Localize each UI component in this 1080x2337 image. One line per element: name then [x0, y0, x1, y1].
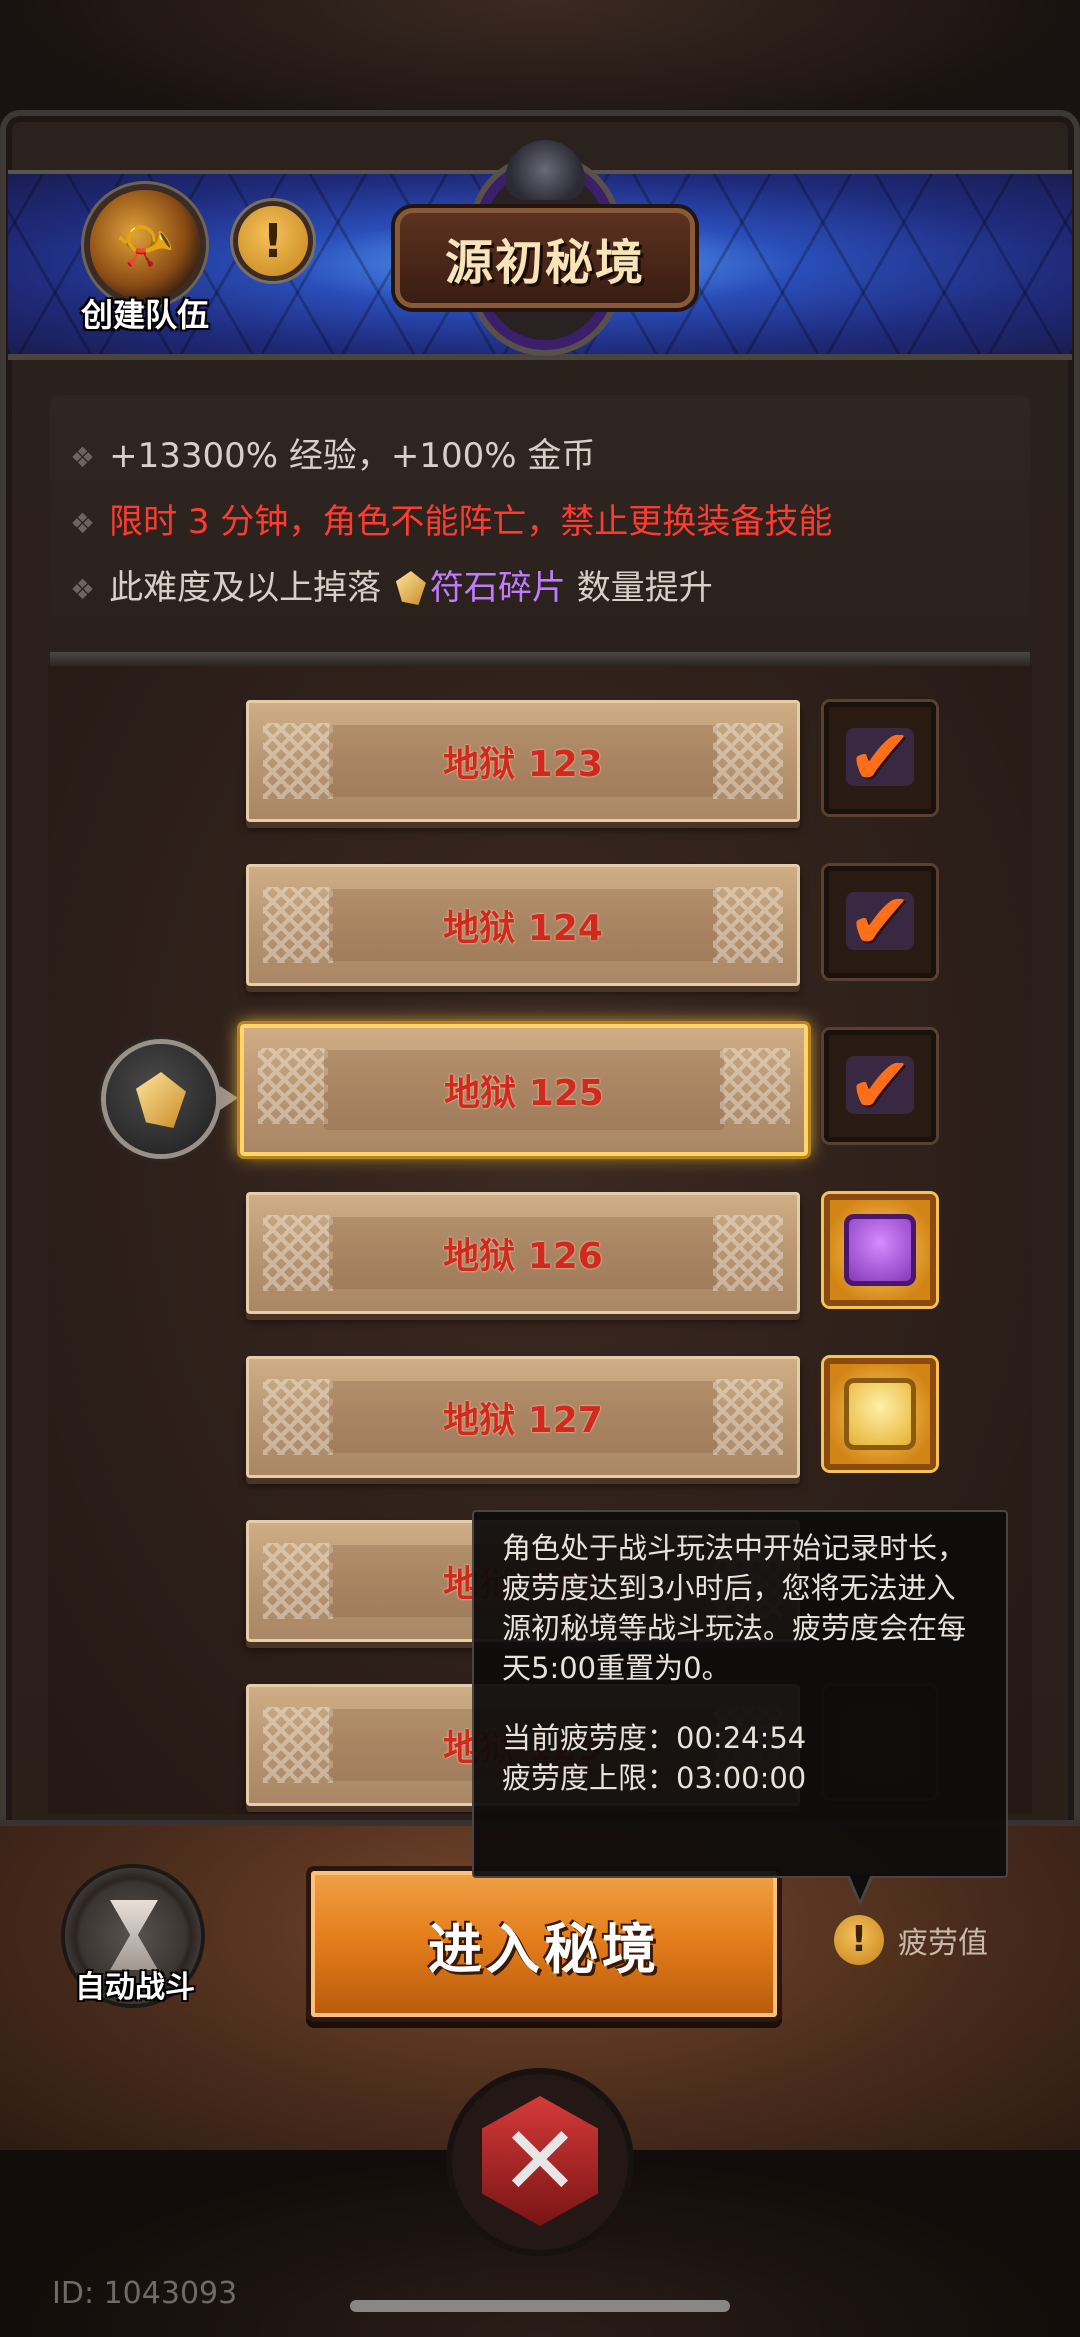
fatigue-tooltip: 角色处于战斗玩法中开始记录时长，疲劳度达到3小时后，您将无法进入源初秘境等战斗玩…: [472, 1510, 1008, 1878]
skull-icon: [505, 140, 585, 200]
create-team-button[interactable]: 📯 创建队伍: [60, 180, 230, 340]
rune-shard-label: 符石碎片: [429, 568, 566, 608]
reward-chest-box[interactable]: [824, 1194, 936, 1306]
drops-suffix: 数量提升: [576, 568, 713, 608]
bullet-icon: ❖: [70, 507, 96, 540]
reward-claimed-box[interactable]: ✔: [824, 866, 936, 978]
page-title: 源初秘境: [444, 235, 645, 291]
modifier-line-rewards: ❖ +13300% 经验，+100% 金币: [70, 428, 595, 477]
current-fatigue-label: 当前疲劳度：: [502, 1721, 677, 1755]
reward-claimed-box[interactable]: ✔: [824, 1030, 936, 1142]
current-progress-marker: [106, 1044, 238, 1154]
horn-icon: 📯: [90, 190, 200, 300]
fatigue-label: 疲劳值: [898, 1926, 988, 1961]
modifier-rewards-text: +13300% 经验，+100% 金币: [109, 436, 596, 476]
difficulty-item[interactable]: 地狱 127: [246, 1356, 800, 1478]
difficulty-item[interactable]: 地狱 123: [246, 700, 800, 822]
reward-claimed-box[interactable]: ✔: [824, 702, 936, 814]
reward-chest-box[interactable]: [824, 1358, 936, 1470]
difficulty-label: 地狱 127: [443, 1400, 603, 1441]
home-indicator[interactable]: [350, 2300, 730, 2312]
player-id: ID: 1043093: [52, 2276, 238, 2311]
drops-prefix: 此难度及以上掉落: [109, 568, 382, 608]
rune-shard-icon: [395, 571, 426, 605]
title-emblem: 源初秘境: [395, 140, 695, 360]
rune-shard-icon: [136, 1072, 186, 1128]
auto-battle-button[interactable]: 自动战斗: [50, 1860, 220, 2010]
current-fatigue-row: 当前疲劳度：00:24:54: [502, 1718, 978, 1758]
enter-dungeon-label: 进入秘境: [428, 1917, 660, 1981]
difficulty-label: 地狱 125: [444, 1073, 604, 1114]
modifier-line-drops: ❖ 此难度及以上掉落 符石碎片 数量提升: [70, 560, 713, 609]
bullet-icon: ❖: [70, 441, 96, 474]
checkmark-icon: ✔: [847, 1041, 913, 1131]
current-fatigue-value: 00:24:54: [676, 1721, 807, 1755]
close-icon: ✕: [482, 2096, 598, 2226]
info-button[interactable]: !: [238, 206, 308, 276]
fatigue-button[interactable]: ! 疲劳值: [834, 1912, 1034, 1968]
difficulty-item[interactable]: 地狱 126: [246, 1192, 800, 1314]
modifier-line-rules: ❖ 限时 3 分钟，角色不能阵亡，禁止更换装备技能: [70, 494, 832, 543]
checkmark-icon: ✔: [847, 713, 913, 803]
difficulty-label: 地狱 123: [443, 744, 603, 785]
tooltip-description: 角色处于战斗玩法中开始记录时长，疲劳度达到3小时后，您将无法进入源初秘境等战斗玩…: [502, 1531, 967, 1685]
fatigue-limit-label: 疲劳度上限：: [502, 1761, 677, 1795]
fatigue-limit-row: 疲劳度上限：03:00:00: [502, 1758, 978, 1798]
checkmark-icon: ✔: [847, 877, 913, 967]
difficulty-item-selected[interactable]: 地狱 125: [240, 1024, 808, 1156]
purple-chest-icon: [844, 1214, 916, 1286]
modifier-rules-text: 限时 3 分钟，角色不能阵亡，禁止更换装备技能: [109, 502, 833, 542]
auto-battle-label: 自动战斗: [75, 1970, 195, 2005]
close-button[interactable]: ✕: [452, 2074, 628, 2250]
gold-chest-icon: [844, 1378, 916, 1450]
difficulty-label: 地狱 126: [443, 1236, 603, 1277]
create-team-label: 创建队伍: [80, 296, 209, 334]
difficulty-label: 地狱 124: [443, 908, 603, 949]
fatigue-limit-value: 03:00:00: [676, 1761, 807, 1795]
tooltip-pointer: [846, 1874, 874, 1906]
warning-icon: !: [834, 1915, 884, 1965]
divider: [50, 652, 1030, 666]
enter-dungeon-button[interactable]: 进入秘境: [306, 1866, 782, 2022]
bullet-icon: ❖: [70, 573, 96, 606]
title-plate: 源初秘境: [395, 208, 695, 308]
difficulty-item[interactable]: 地狱 124: [246, 864, 800, 986]
